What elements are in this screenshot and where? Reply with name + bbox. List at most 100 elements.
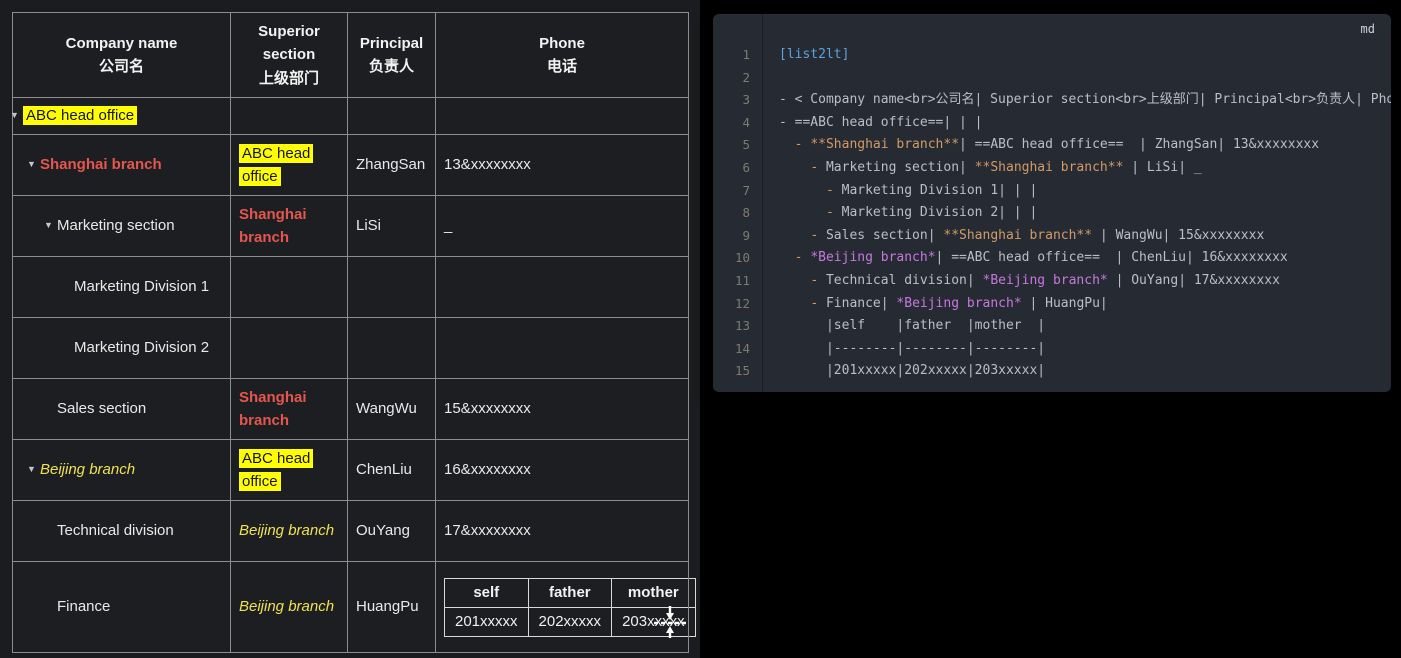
table-row: ▼ ABC head office xyxy=(10,97,689,135)
company-name: Shanghai branch xyxy=(40,156,162,174)
code-segment: *Beijing branch* xyxy=(982,272,1108,288)
line-number: 4 xyxy=(742,114,750,130)
code-line[interactable]: - Marketing section| **Shanghai branch**… xyxy=(779,157,1391,180)
table-body: ▼ ABC head office ▼ Shanghai branch ABC head… xyxy=(10,97,696,653)
markdown-editor[interactable]: md 1 2 3 4 5 6 7 8 9 10 11 12 13 14 15 [list2lt] - < Co… xyxy=(713,14,1391,392)
line-number: 7 xyxy=(742,182,750,198)
code-line[interactable]: |self |father |mother | xyxy=(779,315,1391,338)
code-segment: **Shanghai branch** xyxy=(810,137,960,153)
table-row: Marketing Division 1 xyxy=(12,256,689,318)
header-zh: 公司名 xyxy=(98,58,144,75)
collapse-arrow-icon[interactable]: ▼ xyxy=(44,219,57,233)
code-line[interactable]: - ==ABC head office==| | | xyxy=(779,112,1391,135)
table-row: Technical division Beijing branch OuYang 17… xyxy=(12,500,689,562)
column-header-principal: Principal 负责人 xyxy=(347,12,436,98)
phone-cell: 15&xxxxxxxx xyxy=(435,378,689,440)
code-segment: | HuangPu| xyxy=(1021,295,1108,311)
line-number: 2 xyxy=(742,69,750,85)
code-segment: | ==ABC head office== | ChenLiu| 16&xxxx… xyxy=(935,250,1288,266)
phone-cell xyxy=(435,97,689,135)
nested-value: 201xxxxx xyxy=(444,606,529,637)
principal-cell: WangWu xyxy=(347,378,436,440)
phone-nested-table: self father mother 201xxxxx 202xxxxx 203xxxxx xyxy=(444,577,696,637)
superior-section-cell: Beijing branch xyxy=(230,561,348,653)
company-name-cell: Marketing Division 1 xyxy=(12,256,231,318)
header-zh: 负责人 xyxy=(368,58,414,75)
code-segment: - xyxy=(810,295,826,311)
superior-section-cell: ABC head office xyxy=(230,439,348,501)
code-segment: **Shanghai branch** xyxy=(943,227,1093,243)
code-line[interactable]: |--------|--------|--------| xyxy=(779,338,1391,361)
code-line[interactable] xyxy=(779,67,1391,90)
phone-cell: _ xyxy=(435,195,689,257)
code-segment: |--------|--------|--------| xyxy=(779,340,1046,356)
code-segment: - xyxy=(810,227,826,243)
principal-cell xyxy=(347,256,436,318)
code-segment: **Shanghai branch** xyxy=(974,159,1124,175)
table-row: Finance Beijing branch HuangPu self father mo… xyxy=(12,561,696,653)
code-line[interactable]: - Sales section| **Shanghai branch** | W… xyxy=(779,225,1391,248)
principal-cell xyxy=(347,97,436,135)
principal-cell: OuYang xyxy=(347,500,436,562)
superior-section-cell: Shanghai branch xyxy=(230,195,348,257)
line-number: 9 xyxy=(742,227,750,243)
header-en: Company name xyxy=(65,34,178,52)
code-line[interactable]: - *Beijing branch*| ==ABC head office== … xyxy=(779,247,1391,270)
code-segment: Marketing section| xyxy=(825,159,975,175)
code-line[interactable]: - Finance| *Beijing branch* | HuangPu| xyxy=(779,293,1391,316)
code-segment: - ==ABC head office==| | | xyxy=(779,114,983,130)
code-line[interactable]: |201xxxxx|202xxxxx|203xxxxx| xyxy=(779,360,1391,383)
company-name: Finance xyxy=(57,598,111,616)
code-line[interactable]: [list2lt] xyxy=(779,44,1391,67)
phone-cell: self father mother 201xxxxx 202xxxxx 203xxxxx xyxy=(435,561,696,653)
company-name: ABC head office xyxy=(23,106,138,126)
header-en: Superior section xyxy=(258,23,320,64)
company-name: Beijing branch xyxy=(40,461,136,479)
code-line[interactable]: - < Company name<br>公司名| Superior sectio… xyxy=(779,89,1391,112)
column-header-company-name: Company name 公司名 xyxy=(12,12,231,98)
code-line[interactable]: - **Shanghai branch**| ==ABC head office… xyxy=(779,134,1391,157)
code-line[interactable]: - Marketing Division 2| | | xyxy=(779,202,1391,225)
superior-section-cell xyxy=(230,97,348,135)
code-segment: Sales section| xyxy=(825,227,944,243)
nested-header-father: father xyxy=(527,577,613,608)
table-row: ▼ Marketing section Shanghai branch LiSi _ xyxy=(12,195,689,257)
table-header-row: Company name 公司名 Superior section 上级部门 Princ… xyxy=(12,12,689,98)
company-name: Sales section xyxy=(57,400,147,418)
collapse-arrow-icon[interactable]: ▼ xyxy=(10,109,23,123)
code-line[interactable]: - Technical division| *Beijing branch* |… xyxy=(779,270,1391,293)
editor-body[interactable]: 1 2 3 4 5 6 7 8 9 10 11 12 13 14 15 [list2lt] - < Compa… xyxy=(713,14,1391,392)
code-segment: Marketing Division 1| | | xyxy=(841,182,1038,198)
code-area[interactable]: [list2lt] - < Company name<br>公司名| Superi… xyxy=(763,14,1391,392)
markdown-preview-pane: Company name 公司名 Superior section 上级部门 Princ… xyxy=(0,0,700,658)
company-table: Company name 公司名 Superior section 上级部门 Princ… xyxy=(10,12,696,653)
line-number: 15 xyxy=(734,363,750,379)
superior-section: Shanghai branch xyxy=(239,388,307,429)
header-zh: 上级部门 xyxy=(258,69,319,87)
line-number: 1 xyxy=(742,47,750,62)
code-segment: - xyxy=(810,159,826,175)
collapse-arrow-icon[interactable]: ▼ xyxy=(27,463,40,477)
company-name-cell: Finance xyxy=(12,561,231,653)
company-name: Technical division xyxy=(57,522,174,540)
header-en: Principal xyxy=(359,34,424,52)
code-segment: - xyxy=(825,182,842,198)
code-segment: - xyxy=(810,272,826,288)
code-segment: - xyxy=(794,137,811,153)
superior-section-cell xyxy=(230,256,348,318)
collapse-arrow-icon[interactable]: ▼ xyxy=(27,158,40,172)
code-segment: - < Company name<br>公司名| Superior sectio… xyxy=(779,92,1391,108)
company-name-cell: ▼ ABC head office xyxy=(10,97,231,135)
principal-cell: ZhangSan xyxy=(347,134,436,196)
company-name-cell: ▼ Marketing section xyxy=(12,195,231,257)
superior-section-cell: ABC head office xyxy=(230,134,348,196)
line-number: 12 xyxy=(734,295,750,311)
table-row: Marketing Division 2 xyxy=(12,317,689,379)
code-segment: [list2lt] xyxy=(779,47,850,62)
code-line[interactable]: - Marketing Division 1| | | xyxy=(779,180,1391,203)
line-number: 5 xyxy=(742,137,750,153)
